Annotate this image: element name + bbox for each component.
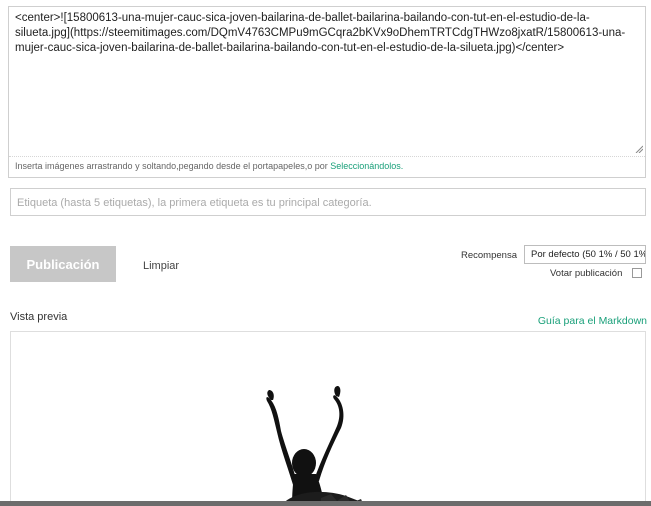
dropzone-hint: Inserta imágenes arrastrando y soltando,… [15,161,403,171]
vote-post-checkbox[interactable] [632,268,642,278]
preview-title: Vista previa [10,311,68,323]
post-body-editor[interactable]: <center>![15800613-una-mujer-cauc-sica-j… [8,6,646,178]
publish-button[interactable]: Publicación [10,246,116,282]
image-dropzone[interactable]: Inserta imágenes arrastrando y soltando,… [9,156,645,177]
os-taskbar [0,501,651,506]
ballerina-silhouette-image [201,356,457,506]
tags-input[interactable]: Etiqueta (hasta 5 etiquetas), la primera… [10,188,646,216]
reward-label: Recompensa [461,250,517,261]
post-body-text[interactable]: <center>![15800613-una-mujer-cauc-sica-j… [15,11,635,56]
preview-panel [10,331,646,506]
select-images-link[interactable]: Seleccionándolos. [330,161,403,171]
markdown-guide-link[interactable]: Guía para el Markdown [538,315,647,327]
clear-button[interactable]: Limpiar [143,260,179,272]
dropzone-hint-text: Inserta imágenes arrastrando y soltando,… [15,161,331,171]
reward-select[interactable]: Por defecto (50 1% / 50 1% [524,245,646,264]
resize-handle-icon[interactable] [635,145,643,153]
vote-post-label: Votar publicación [550,268,623,279]
